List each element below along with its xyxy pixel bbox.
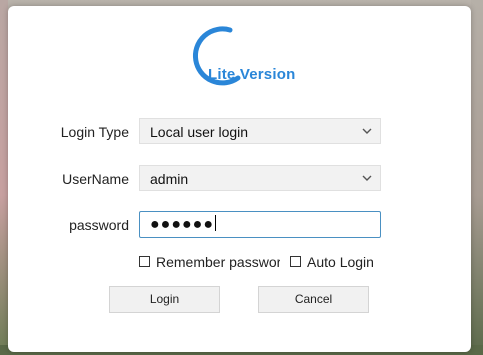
- password-mask: ●●●●●●: [150, 216, 214, 233]
- auto-login-label: Auto Login: [307, 254, 374, 270]
- password-label: password: [69, 217, 129, 233]
- remember-password-label: Remember password: [156, 254, 280, 270]
- remember-password-checkbox[interactable]: [139, 256, 150, 267]
- login-button[interactable]: Login: [109, 286, 220, 313]
- login-type-value: Local user login: [150, 124, 249, 140]
- password-input[interactable]: ●●●●●●: [139, 211, 381, 238]
- background-left-edge: [0, 0, 8, 355]
- username-label: UserName: [62, 171, 129, 187]
- chevron-down-icon: [362, 128, 372, 134]
- username-row: UserName admin: [8, 165, 471, 193]
- login-type-label: Login Type: [60, 124, 129, 140]
- username-value: admin: [150, 171, 189, 187]
- logo-text: Lite Version: [208, 66, 296, 83]
- login-dialog: Lite Version Login Type Local user login…: [8, 6, 471, 352]
- background-right-edge: [471, 0, 483, 355]
- remember-password-option[interactable]: Remember password: [139, 254, 280, 273]
- password-row: password ●●●●●●: [8, 211, 471, 239]
- login-type-select[interactable]: Local user login: [139, 118, 381, 144]
- text-caret: [214, 215, 216, 231]
- auto-login-checkbox[interactable]: [290, 256, 301, 267]
- lite-version-logo: Lite Version: [186, 24, 306, 92]
- chevron-down-icon: [362, 175, 372, 181]
- auto-login-option[interactable]: Auto Login: [290, 254, 390, 273]
- cancel-button[interactable]: Cancel: [258, 286, 369, 313]
- login-type-row: Login Type Local user login: [8, 118, 471, 146]
- username-select[interactable]: admin: [139, 165, 381, 191]
- password-value: ●●●●●●: [150, 215, 216, 234]
